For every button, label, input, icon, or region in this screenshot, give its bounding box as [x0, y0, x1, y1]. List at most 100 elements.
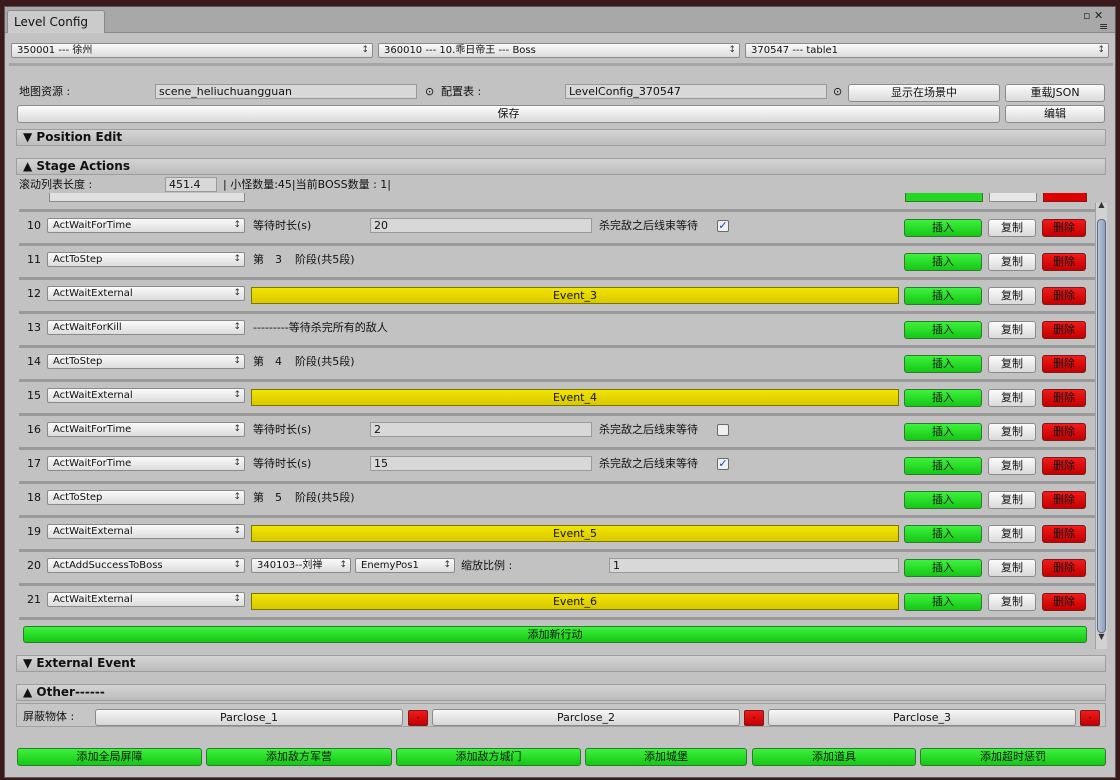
action-type-select[interactable]: ActWaitExternal	[47, 592, 245, 607]
insert-button[interactable]: 插入	[904, 321, 982, 339]
add-enemy-gate-button[interactable]: 添加敌方城门	[396, 748, 581, 766]
delete-button[interactable]: 删除	[1042, 219, 1086, 237]
city-select[interactable]: 350001 --- 徐州	[11, 43, 373, 58]
window-menu-icon[interactable]: ≡	[1099, 20, 1108, 33]
wait-after-kill-checkbox[interactable]	[717, 424, 729, 436]
add-action-button[interactable]: 添加新行动	[23, 626, 1087, 643]
scroll-length-field[interactable]: 451.4	[165, 177, 217, 192]
copy-button[interactable]: 复制	[988, 287, 1036, 305]
action-type-select[interactable]: ActToStep	[47, 252, 245, 267]
action-type-select[interactable]: ActWaitForTime	[47, 218, 245, 233]
action-type-select[interactable]: ActToStep	[47, 490, 245, 505]
delete-button[interactable]: 删除	[1042, 423, 1086, 441]
table-select[interactable]: 370547 --- table1	[745, 43, 1109, 58]
delete-button[interactable]: 删除	[1042, 321, 1086, 339]
divider	[9, 63, 1113, 66]
remove-parclose-3-button[interactable]: -	[1080, 710, 1100, 726]
edit-button[interactable]: 编辑	[1005, 105, 1105, 123]
action-type-select[interactable]: ActWaitExternal	[47, 286, 245, 301]
enemy-pos-select[interactable]: EnemyPos1	[355, 558, 455, 573]
level-config-window: Level Config ▫ ✕ ≡ 350001 --- 徐州 360010 …	[4, 6, 1116, 778]
table-field[interactable]: LevelConfig_370547	[565, 84, 827, 99]
copy-button[interactable]: 复制	[988, 593, 1036, 611]
copy-button[interactable]: 复制	[988, 219, 1036, 237]
remove-parclose-2-button[interactable]: -	[744, 710, 764, 726]
scroll-up-icon[interactable]: ▲	[1096, 199, 1107, 211]
copy-button[interactable]: 复制	[988, 457, 1036, 475]
copy-button[interactable]: 复制	[988, 559, 1036, 577]
insert-button[interactable]: 插入	[904, 525, 982, 543]
external-event-bar[interactable]: Event_6	[251, 593, 899, 610]
copy-button[interactable]: 复制	[988, 525, 1036, 543]
show-in-scene-button[interactable]: 显示在场景中	[848, 84, 1000, 102]
section-other[interactable]: ▲ Other------	[16, 684, 1106, 701]
external-event-bar[interactable]: Event_5	[251, 525, 899, 542]
delete-button[interactable]: 删除	[1042, 593, 1086, 611]
external-event-bar[interactable]: Event_3	[251, 287, 899, 304]
action-type-select[interactable]: ActWaitExternal	[47, 524, 245, 539]
insert-button[interactable]: 插入	[904, 457, 982, 475]
insert-button[interactable]: 插入	[904, 559, 982, 577]
copy-button[interactable]: 复制	[988, 423, 1036, 441]
wait-after-kill-checkbox[interactable]: ✓	[717, 220, 729, 232]
add-global-barrier-button[interactable]: 添加全局屏障	[17, 748, 202, 766]
delete-button[interactable]: 删除	[1042, 355, 1086, 373]
insert-button[interactable]: 插入	[904, 593, 982, 611]
action-type-select[interactable]: ActAddSuccessToBoss	[47, 558, 245, 573]
section-position-edit[interactable]: ▼ Position Edit	[16, 129, 1106, 146]
reload-json-button[interactable]: 重载JSON	[1005, 84, 1105, 102]
copy-button[interactable]: 复制	[988, 321, 1036, 339]
insert-button[interactable]: 插入	[904, 253, 982, 271]
scroll-down-icon[interactable]: ▼	[1096, 631, 1107, 643]
step-suffix: 阶段(共5段)	[295, 355, 355, 368]
action-type-select[interactable]: ActWaitForKill	[47, 320, 245, 335]
delete-button[interactable]: 删除	[1042, 525, 1086, 543]
level-select[interactable]: 360010 --- 10.乖日帝王 --- Boss	[378, 43, 740, 58]
save-button[interactable]: 保存	[17, 105, 1000, 123]
parclose-1-button[interactable]: Parclose_1	[95, 709, 403, 726]
delete-button[interactable]: 删除	[1042, 389, 1086, 407]
map-pick-icon[interactable]: ⊙	[425, 85, 434, 99]
insert-button[interactable]: 插入	[904, 389, 982, 407]
copy-button[interactable]: 复制	[988, 389, 1036, 407]
action-type-select[interactable]: ActWaitExternal	[47, 388, 245, 403]
add-timeout-penalty-button[interactable]: 添加超时惩罚	[920, 748, 1106, 766]
section-external-event[interactable]: ▼ External Event	[16, 655, 1106, 672]
section-stage-actions[interactable]: ▲ Stage Actions	[16, 158, 1106, 175]
boss-select[interactable]: 340103--刘禅	[251, 558, 351, 573]
add-enemy-camp-button[interactable]: 添加敌方军营	[206, 748, 392, 766]
map-field[interactable]: scene_heliuchuangguan	[155, 84, 417, 99]
delete-button[interactable]: 删除	[1042, 491, 1086, 509]
copy-button[interactable]: 复制	[988, 253, 1036, 271]
wait-duration-field[interactable]: 20	[370, 218, 592, 233]
action-type-select[interactable]: ActWaitForTime	[47, 422, 245, 437]
insert-button[interactable]: 插入	[904, 491, 982, 509]
table-pick-icon[interactable]: ⊙	[833, 85, 842, 99]
copy-button[interactable]: 复制	[988, 491, 1036, 509]
step-number: 3	[275, 253, 282, 266]
insert-button[interactable]: 插入	[904, 423, 982, 441]
wait-duration-field[interactable]: 15	[370, 456, 592, 471]
action-type-select[interactable]: ActWaitForTime	[47, 456, 245, 471]
action-type-select[interactable]: ActToStep	[47, 354, 245, 369]
remove-parclose-1-button[interactable]: -	[408, 710, 428, 726]
wait-after-kill-checkbox[interactable]: ✓	[717, 458, 729, 470]
add-castle-button[interactable]: 添加城堡	[585, 748, 747, 766]
scroll-thumb[interactable]	[1097, 219, 1106, 633]
insert-button[interactable]: 插入	[904, 219, 982, 237]
delete-button[interactable]: 删除	[1042, 287, 1086, 305]
parclose-3-button[interactable]: Parclose_3	[768, 709, 1076, 726]
parclose-2-button[interactable]: Parclose_2	[432, 709, 740, 726]
row-number: 10	[27, 219, 41, 232]
wait-duration-field[interactable]: 2	[370, 422, 592, 437]
tab-level-config[interactable]: Level Config	[7, 10, 105, 33]
delete-button[interactable]: 删除	[1042, 253, 1086, 271]
add-item-button[interactable]: 添加道具	[752, 748, 916, 766]
insert-button[interactable]: 插入	[904, 287, 982, 305]
insert-button[interactable]: 插入	[904, 355, 982, 373]
external-event-bar[interactable]: Event_4	[251, 389, 899, 406]
delete-button[interactable]: 删除	[1042, 559, 1086, 577]
delete-button[interactable]: 删除	[1042, 457, 1086, 475]
scale-field[interactable]: 1	[609, 558, 899, 573]
copy-button[interactable]: 复制	[988, 355, 1036, 373]
